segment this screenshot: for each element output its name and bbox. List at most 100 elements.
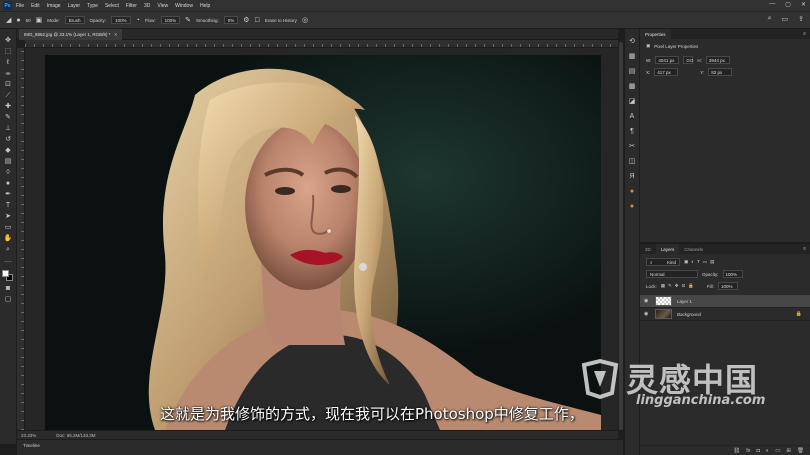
tab-channels[interactable]: Channels bbox=[679, 244, 708, 254]
adjustment-layer-icon[interactable]: ◐ bbox=[766, 448, 769, 454]
tab-3d[interactable]: 3D bbox=[640, 244, 656, 254]
link-layers-icon[interactable]: ⛓ bbox=[733, 448, 740, 454]
fx-icon[interactable]: fx bbox=[746, 448, 750, 454]
smoothing-input[interactable]: 0% bbox=[223, 16, 239, 24]
new-group-icon[interactable]: ▭ bbox=[775, 448, 780, 454]
search-icon[interactable]: ⌕ bbox=[768, 15, 772, 23]
menu-filter[interactable]: Filter bbox=[126, 3, 137, 9]
dodge-icon[interactable]: ● bbox=[2, 180, 14, 189]
quick-select-icon[interactable]: ⌯ bbox=[2, 70, 14, 79]
tab-properties[interactable]: Properties bbox=[640, 29, 671, 39]
clone-stamp-icon[interactable]: ⊥ bbox=[2, 125, 14, 134]
fill-input[interactable]: 100% bbox=[717, 282, 738, 290]
zoom-level[interactable]: 23.33% bbox=[21, 433, 36, 438]
visibility-eye-icon[interactable]: ◉ bbox=[644, 298, 650, 304]
timeline-tab[interactable]: Timeline bbox=[23, 443, 40, 448]
layer-row-background[interactable]: ◉ Background 🔒 bbox=[640, 308, 810, 321]
add-mask-icon[interactable]: ◘ bbox=[757, 448, 760, 454]
layer-opacity-input[interactable]: 100% bbox=[722, 270, 743, 278]
canvas-area[interactable] bbox=[25, 48, 618, 430]
workspace-icon[interactable]: ▭ bbox=[782, 15, 789, 23]
move-icon[interactable]: ✥ bbox=[2, 37, 14, 46]
eyedropper-icon[interactable]: ⟋ bbox=[2, 92, 14, 101]
link-dimensions-button[interactable]: GO bbox=[683, 56, 693, 64]
blend-mode-select[interactable]: Normal bbox=[646, 270, 698, 278]
libraries-icon[interactable]: ▤ bbox=[627, 67, 638, 77]
delete-layer-icon[interactable]: 🗑 bbox=[797, 448, 804, 454]
menu-type[interactable]: Type bbox=[87, 3, 98, 9]
gradient-icon[interactable]: ▤ bbox=[2, 158, 14, 167]
zoom-icon[interactable]: ⌕ bbox=[2, 246, 14, 255]
navigator-icon[interactable]: ◫ bbox=[627, 157, 638, 167]
layers-panel-menu-icon[interactable]: ≡ bbox=[803, 246, 806, 252]
history-icon[interactable]: ⟲ bbox=[627, 37, 638, 47]
menu-edit[interactable]: Edit bbox=[31, 3, 40, 9]
adjustments-icon[interactable]: ▦ bbox=[627, 52, 638, 62]
screen-mode-icon[interactable]: ▢ bbox=[2, 296, 14, 305]
swatches-icon[interactable]: ▩ bbox=[627, 82, 638, 92]
healing-icon[interactable]: ✚ bbox=[2, 103, 14, 112]
brushes-icon[interactable]: ● bbox=[627, 187, 638, 197]
path-select-icon[interactable]: ➤ bbox=[2, 213, 14, 222]
hand-icon[interactable]: ✋ bbox=[2, 235, 14, 244]
pressure-opacity-icon[interactable]: ◔ bbox=[136, 17, 140, 24]
history-brush-icon[interactable]: ↺ bbox=[2, 136, 14, 145]
layer-name[interactable]: Background bbox=[677, 312, 701, 317]
menu-window[interactable]: Window bbox=[175, 3, 193, 9]
styles-icon[interactable]: ◪ bbox=[627, 97, 638, 107]
pressure-size-icon[interactable]: ◎ bbox=[302, 16, 308, 24]
close-button[interactable]: ✕ bbox=[801, 1, 806, 8]
minimize-button[interactable]: — bbox=[769, 1, 775, 8]
menu-view[interactable]: View bbox=[157, 3, 168, 9]
tool-presets-icon[interactable]: ✂ bbox=[627, 142, 638, 152]
eraser-tool-icon[interactable]: ◢ bbox=[6, 16, 11, 24]
clone-source-icon[interactable]: ● bbox=[627, 202, 638, 212]
brush-preset-picker-icon[interactable]: ● bbox=[16, 17, 20, 24]
lock-options-icons[interactable]: ▦✎✥⊡🔒 bbox=[661, 283, 697, 289]
layer-name[interactable]: Layer 1 bbox=[677, 299, 692, 304]
brush-settings-icon[interactable]: ▣ bbox=[36, 16, 43, 24]
panel-menu-icon[interactable]: ≡ bbox=[803, 31, 806, 37]
document-info[interactable]: Doc: 66.2M/133.3M bbox=[56, 433, 95, 438]
menu-select[interactable]: Select bbox=[105, 3, 119, 9]
y-input[interactable]: 82 px bbox=[708, 68, 733, 76]
opacity-input[interactable]: 100% bbox=[111, 16, 131, 24]
menu-help[interactable]: Help bbox=[200, 3, 210, 9]
width-input[interactable]: 4041 px bbox=[655, 56, 680, 64]
mode-select[interactable]: Brush bbox=[64, 16, 85, 24]
menu-layer[interactable]: Layer bbox=[68, 3, 81, 9]
glyphs-icon[interactable]: Я bbox=[627, 172, 638, 182]
foreground-color-swatch[interactable] bbox=[2, 270, 9, 277]
height-input[interactable]: 3944 px bbox=[705, 56, 730, 64]
document-tab[interactable]: IMG_8852.jpg @ 23.1% (Layer 1, RGB/8) * … bbox=[19, 29, 122, 40]
brush-icon[interactable]: ✎ bbox=[2, 114, 14, 123]
airbrush-icon[interactable]: ✎ bbox=[185, 16, 191, 24]
crop-icon[interactable]: ⊡ bbox=[2, 81, 14, 90]
x-input[interactable]: 417 px bbox=[654, 68, 679, 76]
visibility-eye-icon[interactable]: ◉ bbox=[644, 311, 650, 317]
quick-mask-icon[interactable]: ◙ bbox=[2, 285, 14, 294]
blur-icon[interactable]: ◊ bbox=[2, 169, 14, 178]
menu-file[interactable]: File bbox=[16, 3, 24, 9]
paragraph-icon[interactable]: ¶ bbox=[627, 127, 638, 137]
pen-icon[interactable]: ✒ bbox=[2, 191, 14, 200]
shape-icon[interactable]: ▭ bbox=[2, 224, 14, 233]
more-icon[interactable]: … bbox=[2, 257, 14, 266]
new-layer-icon[interactable]: ⊞ bbox=[786, 448, 791, 454]
eraser-icon[interactable]: ◆ bbox=[2, 147, 14, 156]
color-swatches[interactable] bbox=[2, 270, 14, 282]
smoothing-options-gear-icon[interactable]: ⚙ bbox=[243, 16, 249, 24]
flow-input[interactable]: 100% bbox=[160, 16, 181, 24]
share-icon[interactable]: ⇪ bbox=[798, 15, 804, 23]
layer-filter-select[interactable]: ⌕ Kind bbox=[646, 258, 680, 266]
filter-icons[interactable]: ▣◐T▭▤ bbox=[684, 259, 717, 265]
maximize-button[interactable]: ▢ bbox=[785, 1, 791, 8]
layer-row-layer-1[interactable]: ◉ Layer 1 bbox=[640, 295, 810, 308]
tab-layers[interactable]: Layers bbox=[655, 244, 680, 254]
erase-to-history-checkbox[interactable]: ☐ bbox=[255, 17, 260, 24]
character-icon[interactable]: A bbox=[627, 112, 638, 122]
marquee-icon[interactable]: ⬚ bbox=[2, 48, 14, 57]
menu-3d[interactable]: 3D bbox=[144, 3, 150, 9]
type-icon[interactable]: T bbox=[2, 202, 14, 211]
document-tab-close-icon[interactable]: × bbox=[114, 32, 117, 37]
